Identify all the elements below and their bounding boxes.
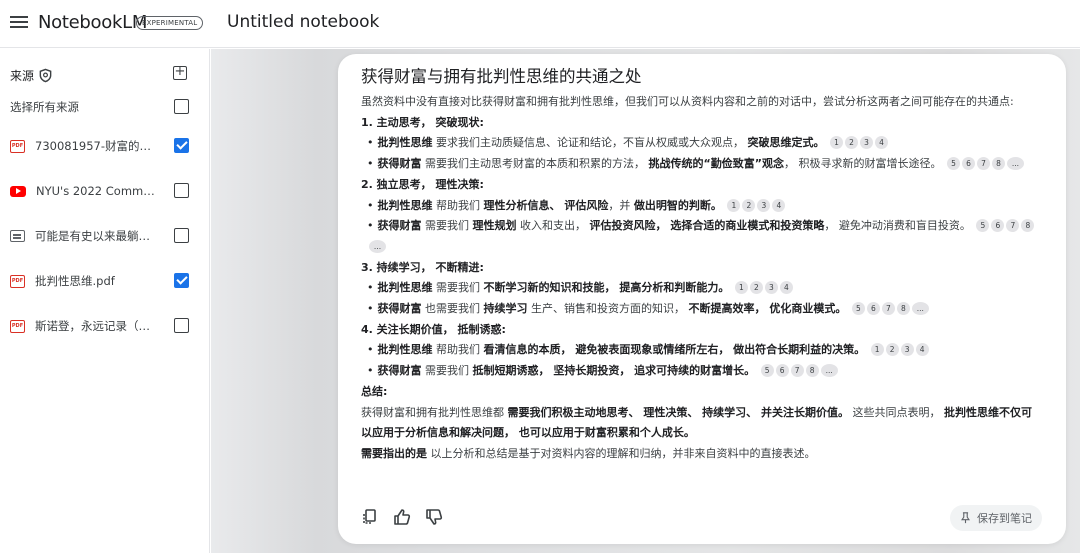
source-item-label: 730081957-财富的真... (35, 139, 155, 153)
select-all-checkbox[interactable] (174, 99, 189, 114)
source-checkbox[interactable] (174, 138, 189, 153)
source-checkbox[interactable] (174, 228, 189, 243)
text-doc-icon (10, 230, 25, 242)
citation-chip[interactable]: 2 (845, 136, 858, 150)
source-item[interactable]: NYU's 2022 Commenc... (10, 181, 200, 201)
save-to-note-label: 保存到笔记 (977, 512, 1032, 525)
answer-title: 获得财富与拥有批判性思维的共通之处 (361, 67, 642, 86)
list-item: 获得财富 需要我们 理性规划 收入和支出， 评估投资风险， 选择合适的商业模式和… (361, 216, 1041, 257)
source-item-label: 可能是有史以来最躺平... (35, 229, 155, 243)
source-item[interactable]: PDF 斯诺登，永远记录（未... (10, 316, 200, 336)
menu-icon[interactable] (10, 14, 28, 32)
pdf-icon: PDF (10, 274, 25, 288)
source-item-label: NYU's 2022 Commenc... (36, 184, 156, 198)
list-item: 获得财富 需要我们 抵制短期诱惑， 坚持长期投资， 追求可持续的财富增长。 56… (361, 361, 1041, 382)
pin-icon (961, 512, 970, 524)
experimental-badge: EXPERIMENTAL (136, 16, 204, 30)
section-heading: 4. 关注长期价值， 抵制诱惑: (361, 322, 506, 336)
citation-more-chip[interactable]: ... (820, 364, 838, 378)
pdf-icon: PDF (10, 319, 25, 333)
citation-chip[interactable]: 7 (881, 302, 895, 316)
sources-header: 来源 (10, 67, 53, 84)
citation-chip[interactable]: 5 (760, 364, 774, 378)
list-item: 获得财富 也需要我们 持续学习 生产、销售和投资方面的知识， 不断提高效率， 优… (361, 299, 1041, 320)
citation-chip[interactable]: 2 (742, 198, 756, 212)
source-item[interactable]: PDF 批判性思维.pdf (10, 271, 200, 291)
thumbs-down-icon[interactable] (424, 507, 444, 527)
app-header: NotebookLM EXPERIMENTAL Untitled noteboo… (0, 0, 1080, 48)
select-all-label: 选择所有来源 (10, 100, 79, 114)
list-item: 获得财富 需要我们主动思考财富的本质和积累的方法， 挑战传统的“勤俭致富”观念，… (361, 154, 1041, 175)
source-item[interactable]: PDF 730081957-财富的真... (10, 136, 200, 156)
source-item-label: 斯诺登，永远记录（未... (35, 319, 155, 333)
citation-chip[interactable]: 6 (775, 364, 789, 378)
shield-icon[interactable] (38, 68, 53, 83)
list-item: 批判性思维 需要我们 不断学习新的知识和技能， 提高分析和判断能力。 1234 (361, 278, 1041, 299)
citation-chip[interactable]: 8 (896, 302, 910, 316)
citation-chip[interactable]: 1 (830, 136, 843, 150)
citation-more-chip[interactable]: ... (911, 302, 929, 316)
citation-chip[interactable]: 8 (991, 157, 1005, 171)
citation-chip[interactable]: 1 (727, 198, 741, 212)
list-item: 批判性思维 帮助我们 看清信息的本质， 避免被表面现象或情绪所左右， 做出符合长… (361, 340, 1041, 361)
citation-chip[interactable]: 1 (734, 281, 748, 295)
source-checkbox[interactable] (174, 318, 189, 333)
citation-chip[interactable]: 6 (991, 219, 1005, 233)
notebook-title[interactable]: Untitled notebook (227, 12, 379, 32)
citation-chip[interactable]: 2 (749, 281, 763, 295)
select-all-sources[interactable]: 选择所有来源 (10, 97, 200, 117)
citation-chip[interactable]: 7 (790, 364, 804, 378)
citation-chip[interactable]: 5 (946, 157, 960, 171)
intro-text: 虽然资料中没有直接对比获得财富和拥有批判性思维，但我们可以从资料内容和之前的对话… (361, 95, 1014, 108)
pdf-icon: PDF (10, 139, 25, 153)
source-checkbox[interactable] (174, 183, 189, 198)
section-heading: 1. 主动思考， 突破现状: (361, 115, 484, 129)
citation-chip[interactable]: 4 (875, 136, 888, 150)
citation-more-chip[interactable]: ... (1006, 157, 1024, 171)
answer-body: 虽然资料中没有直接对比获得财富和拥有批判性思维，但我们可以从资料内容和之前的对话… (361, 92, 1041, 465)
list-item: 批判性思维 帮助我们 理性分析信息、 评估风险，并 做出明智的判断。 1234 (361, 196, 1041, 217)
citation-chip[interactable]: 3 (764, 281, 778, 295)
disclaimer-text: 需要指出的是 以上分析和总结是基于对资料内容的理解和归纳，并非来自资料中的直接表… (361, 446, 816, 460)
list-item: 批判性思维 要求我们主动质疑信息、论证和结论，不盲从权威或大众观点， 突破思维定… (361, 133, 1041, 154)
citation-chip[interactable]: 1 (870, 343, 884, 357)
citation-chip[interactable]: 7 (976, 157, 990, 171)
save-to-note-button[interactable]: 保存到笔记 (950, 505, 1042, 531)
copy-icon[interactable] (360, 507, 380, 527)
youtube-icon (10, 185, 26, 197)
citation-chip[interactable]: 6 (866, 302, 880, 316)
citation-chip[interactable]: 4 (779, 281, 793, 295)
answer-card: 获得财富与拥有批判性思维的共通之处 虽然资料中没有直接对比获得财富和拥有批判性思… (338, 54, 1066, 544)
main-area: 获得财富与拥有批判性思维的共通之处 虽然资料中没有直接对比获得财富和拥有批判性思… (211, 49, 1080, 553)
section-heading: 3. 持续学习， 不断精进: (361, 260, 484, 274)
citation-chip[interactable]: 4 (772, 198, 786, 212)
citation-chip[interactable]: 2 (885, 343, 899, 357)
answer-actions (360, 507, 444, 527)
citation-chip[interactable]: 3 (757, 198, 771, 212)
citation-chip[interactable]: 8 (1021, 219, 1035, 233)
source-item[interactable]: 可能是有史以来最躺平... (10, 226, 200, 246)
summary-heading: 总结: (361, 384, 388, 398)
citation-chip[interactable]: 5 (976, 219, 990, 233)
sources-label: 来源 (10, 69, 35, 83)
summary-text: 获得财富和拥有批判性思维都 需要我们积极主动地思考、 理性决策、 持续学习、 并… (361, 405, 1032, 440)
citation-chip[interactable]: 5 (851, 302, 865, 316)
citation-more-chip[interactable]: ... (369, 239, 386, 253)
source-checkbox[interactable] (174, 273, 189, 288)
citation-chip[interactable]: 3 (900, 343, 914, 357)
sources-sidebar: 来源 + 选择所有来源 PDF 730081957-财富的真... NYU's … (0, 49, 210, 553)
citation-chip[interactable]: 8 (805, 364, 819, 378)
section-heading: 2. 独立思考， 理性决策: (361, 177, 484, 191)
add-source-button[interactable]: + (173, 65, 187, 80)
thumbs-up-icon[interactable] (392, 507, 412, 527)
citation-chip[interactable]: 7 (1006, 219, 1020, 233)
citation-chip[interactable]: 6 (961, 157, 975, 171)
source-item-label: 批判性思维.pdf (35, 274, 115, 288)
citation-chip[interactable]: 4 (915, 343, 929, 357)
app-brand[interactable]: NotebookLM (38, 12, 147, 33)
citation-chip[interactable]: 3 (860, 136, 873, 150)
